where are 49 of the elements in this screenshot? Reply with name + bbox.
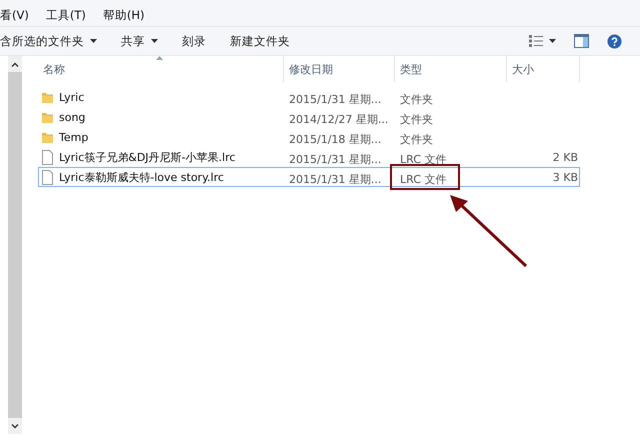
folder-icon — [41, 131, 54, 144]
view-options-button[interactable] — [529, 35, 556, 47]
toolbar-button[interactable]: 共享 — [121, 34, 172, 48]
menu-item[interactable]: 帮助(H) — [102, 8, 162, 22]
type-cell-text: 文件夹 — [399, 133, 433, 146]
file-row[interactable]: song 2014/12/27 星期... 文件夹 — [38, 107, 580, 127]
list-view-icon — [529, 35, 543, 47]
size-cell-text: 3 KB — [552, 171, 579, 184]
file-row[interactable]: Temp 2015/1/18 星期... 文件夹 — [38, 127, 580, 147]
file-name: Lyric — [59, 91, 84, 104]
date-cell-text: 2015/1/31 星期... — [288, 93, 382, 106]
type-cell-text: LRC 文件 — [399, 173, 446, 186]
file-name: Lyric泰勒斯威夫特-love story.lrc — [59, 170, 224, 185]
type-cell-text: 文件夹 — [399, 113, 433, 126]
column-header[interactable]: 名称 — [43, 62, 65, 76]
type-cell-text: LRC 文件 — [399, 153, 446, 166]
file-icon — [41, 170, 54, 185]
column-header[interactable]: 大小 — [512, 62, 534, 76]
date-cell-text: 2015/1/31 星期... — [288, 173, 382, 186]
file-name: Lyric筷子兄弟&DJ丹尼斯-小苹果.lrc — [59, 150, 236, 165]
size-cell-text: 2 KB — [552, 151, 579, 164]
file-name: song — [59, 111, 86, 124]
column-header[interactable]: 修改日期 — [289, 62, 333, 76]
file-row[interactable]: Lyric泰勒斯威夫特-love story.lrc 2015/1/31 星期... LRC 文件 3 KB — [38, 167, 580, 187]
toolbar-button[interactable]: 刻录 — [182, 34, 220, 48]
preview-pane-icon — [574, 34, 589, 48]
scrollbar[interactable] — [8, 56, 22, 434]
menu-item[interactable]: 看(V) — [0, 8, 46, 22]
preview-pane-button[interactable] — [574, 34, 589, 48]
type-cell-text: 文件夹 — [399, 93, 433, 106]
help-button[interactable] — [607, 34, 622, 48]
toolbar-button[interactable]: 含所选的文件夹 — [0, 34, 111, 48]
toolbar-button[interactable]: 新建文件夹 — [230, 34, 304, 48]
menu-item[interactable]: 工具(T) — [46, 8, 103, 22]
scroll-down-icon — [11, 424, 19, 428]
caret-icon — [549, 39, 556, 43]
date-cell-text: 2015/1/18 星期... — [288, 133, 382, 146]
scroll-up-icon — [11, 62, 19, 66]
date-cell-text: 2014/12/27 星期... — [288, 113, 388, 126]
folder-icon — [41, 111, 54, 124]
file-icon — [41, 150, 54, 165]
file-row[interactable]: Lyric筷子兄弟&DJ丹尼斯-小苹果.lrc 2015/1/31 星期... LRC 文件 2 KB — [38, 147, 580, 167]
file-name: Temp — [59, 131, 88, 144]
sort-arrow-icon — [156, 56, 163, 60]
column-header[interactable]: 类型 — [400, 62, 422, 76]
file-row[interactable]: Lyric 2015/1/31 星期... 文件夹 — [38, 87, 580, 107]
date-cell-text: 2015/1/31 星期... — [288, 153, 382, 166]
folder-icon — [41, 91, 54, 104]
help-icon — [607, 34, 622, 48]
